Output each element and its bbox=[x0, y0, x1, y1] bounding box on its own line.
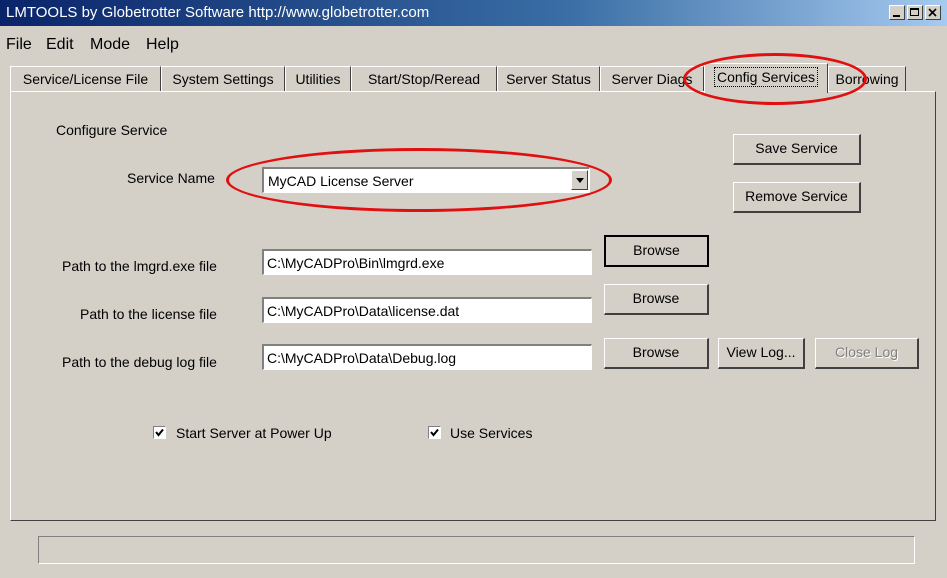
tab-label: Config Services bbox=[713, 67, 819, 87]
window-controls bbox=[889, 5, 941, 20]
license-path-label: Path to the license file bbox=[80, 306, 217, 322]
tab-utilities[interactable]: Utilities bbox=[285, 66, 351, 91]
menu-file[interactable]: File bbox=[6, 36, 32, 54]
tab-server-status[interactable]: Server Status bbox=[497, 66, 600, 91]
start-at-powerup-label: Start Server at Power Up bbox=[176, 425, 332, 441]
remove-service-button[interactable]: Remove Service bbox=[733, 182, 861, 213]
use-services-label: Use Services bbox=[450, 425, 533, 441]
save-service-button[interactable]: Save Service bbox=[733, 134, 861, 165]
service-name-value: MyCAD License Server bbox=[268, 173, 414, 189]
service-name-combobox[interactable]: MyCAD License Server bbox=[262, 167, 590, 193]
tab-label: System Settings bbox=[172, 71, 274, 87]
menu-edit[interactable]: Edit bbox=[46, 36, 74, 54]
title-bar: LMTOOLS by Globetrotter Software http://… bbox=[0, 0, 947, 26]
close-log-button: Close Log bbox=[815, 338, 919, 369]
tab-label: Server Status bbox=[506, 71, 591, 87]
debug-log-path-input[interactable]: C:\MyCADPro\Data\Debug.log bbox=[262, 344, 592, 370]
tab-config-services[interactable]: Config Services bbox=[704, 63, 828, 93]
checkmark-icon bbox=[155, 428, 164, 437]
lmgrd-path-label: Path to the lmgrd.exe file bbox=[62, 258, 217, 274]
browse-license-button[interactable]: Browse bbox=[604, 284, 709, 315]
configure-service-label: Configure Service bbox=[56, 122, 168, 138]
tab-service-license-file[interactable]: Service/License File bbox=[10, 66, 161, 91]
browse-lmgrd-button[interactable]: Browse bbox=[604, 235, 709, 267]
menu-help[interactable]: Help bbox=[146, 36, 179, 54]
tab-label: Server Diags bbox=[611, 71, 693, 87]
checkmark-icon bbox=[430, 428, 439, 437]
menu-mode[interactable]: Mode bbox=[90, 36, 130, 54]
minimize-icon[interactable] bbox=[889, 5, 905, 20]
status-bar bbox=[38, 536, 915, 564]
maximize-icon[interactable] bbox=[907, 5, 923, 20]
tab-label: Utilities bbox=[295, 71, 341, 87]
window-title: LMTOOLS by Globetrotter Software http://… bbox=[6, 4, 430, 21]
tab-label: Start/Stop/Reread bbox=[367, 71, 481, 87]
tab-label: Service/License File bbox=[22, 71, 149, 87]
view-log-button[interactable]: View Log... bbox=[718, 338, 805, 369]
start-at-powerup-checkbox[interactable] bbox=[153, 426, 166, 439]
menu-bar: File Edit Mode Help bbox=[0, 36, 947, 56]
tab-server-diags[interactable]: Server Diags bbox=[600, 66, 704, 91]
chevron-down-icon[interactable] bbox=[571, 170, 588, 190]
tab-system-settings[interactable]: System Settings bbox=[161, 66, 285, 91]
browse-debug-log-button[interactable]: Browse bbox=[604, 338, 709, 369]
tab-label: Borrowing bbox=[835, 71, 899, 87]
tab-start-stop-reread[interactable]: Start/Stop/Reread bbox=[351, 66, 497, 91]
debug-log-path-label: Path to the debug log file bbox=[62, 354, 217, 370]
license-path-input[interactable]: C:\MyCADPro\Data\license.dat bbox=[262, 297, 592, 323]
service-name-label: Service Name bbox=[127, 170, 215, 186]
close-icon[interactable] bbox=[925, 5, 941, 20]
lmgrd-path-input[interactable]: C:\MyCADPro\Bin\lmgrd.exe bbox=[262, 249, 592, 275]
tab-borrowing[interactable]: Borrowing bbox=[828, 66, 906, 91]
use-services-checkbox[interactable] bbox=[428, 426, 441, 439]
